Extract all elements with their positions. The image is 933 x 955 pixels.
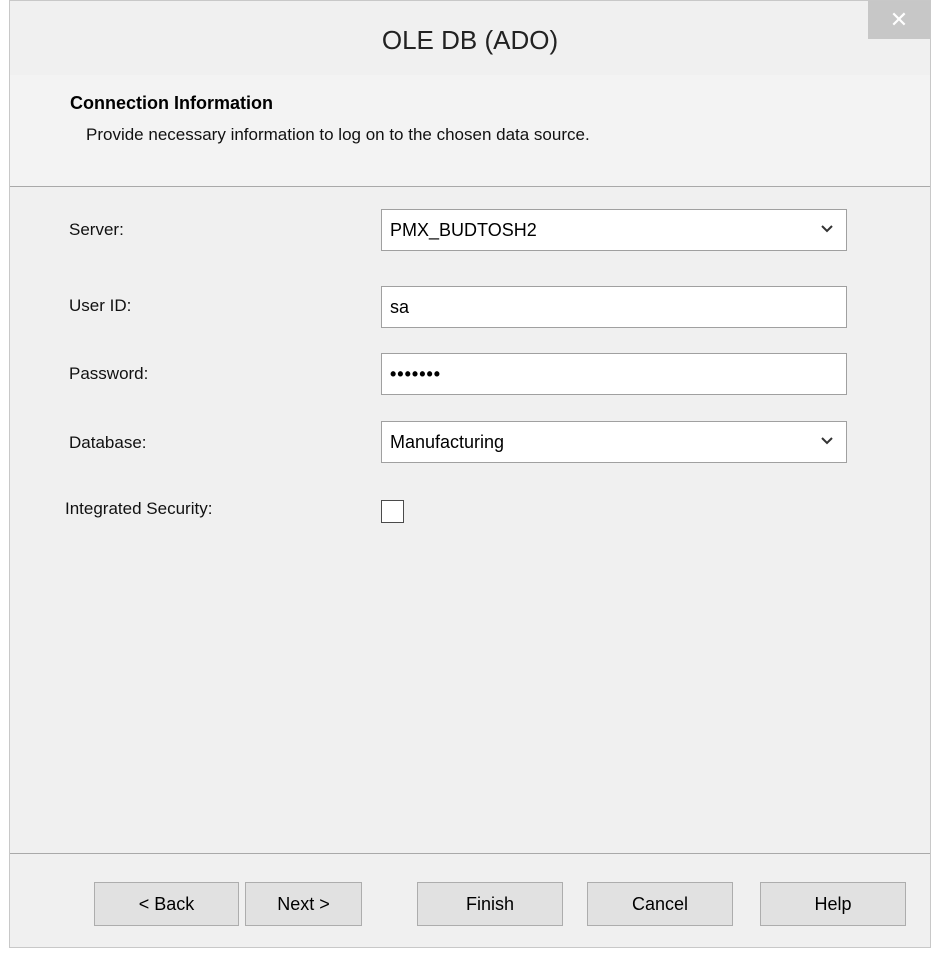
server-label: Server: [69, 220, 124, 239]
chevron-down-icon[interactable] [820, 432, 834, 450]
server-combobox[interactable]: PMX_BUDTOSH2 [381, 209, 847, 251]
password-value: ••••••• [390, 363, 442, 384]
window-title: OLE DB (ADO) [381, 25, 559, 55]
integrated-security-label: Integrated Security: [65, 499, 213, 518]
section-title: Connection Information [70, 93, 273, 113]
close-icon: ✕ [889, 7, 909, 32]
footer-divider [10, 853, 930, 854]
title-bar: OLE DB (ADO) ✕ [10, 1, 930, 75]
cancel-button[interactable]: Cancel [587, 882, 733, 926]
help-button[interactable]: Help [760, 882, 906, 926]
userid-input[interactable]: sa [381, 286, 847, 328]
integrated-security-checkbox[interactable] [381, 500, 404, 523]
back-button[interactable]: < Back [94, 882, 239, 926]
chevron-down-icon[interactable] [820, 220, 834, 238]
server-value: PMX_BUDTOSH2 [390, 219, 537, 240]
header-panel: Connection Information Provide necessary… [10, 75, 930, 187]
section-description: Provide necessary information to log on … [86, 125, 590, 144]
userid-label: User ID: [69, 296, 132, 315]
password-input[interactable]: ••••••• [381, 353, 847, 395]
close-button[interactable]: ✕ [868, 1, 930, 39]
database-combobox[interactable]: Manufacturing [381, 421, 847, 463]
database-value: Manufacturing [390, 431, 505, 452]
next-button[interactable]: Next > [245, 882, 362, 926]
dialog-window: OLE DB (ADO) ✕ Connection Information Pr… [9, 0, 931, 948]
password-label: Password: [69, 364, 149, 383]
userid-value: sa [390, 296, 410, 317]
finish-button[interactable]: Finish [417, 882, 563, 926]
database-label: Database: [69, 433, 147, 452]
